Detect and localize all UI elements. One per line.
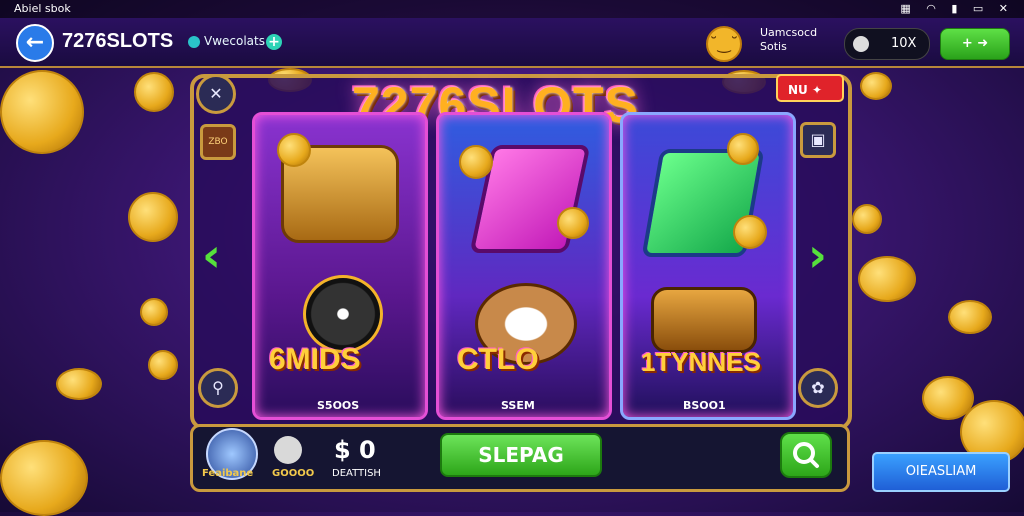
profile-emoji-icon[interactable]: ˘‿˘ (706, 26, 742, 62)
coin-icon (948, 300, 992, 334)
tools-button[interactable]: ✕ (196, 74, 236, 114)
brand-title: 7276SLOTS (62, 30, 174, 52)
coin-icon (727, 133, 759, 165)
multiplier-pill[interactable]: 10X (844, 28, 930, 60)
green-action-label: + (961, 36, 973, 51)
balance-amount: $ 0 (334, 436, 376, 464)
coin-icon (0, 440, 88, 516)
reel-1-title: 6MIDS (269, 343, 361, 376)
coin-icon (148, 350, 178, 380)
bag-icon[interactable] (274, 436, 302, 464)
coin-icon (128, 192, 178, 242)
coin-icon (134, 72, 174, 112)
search-button[interactable] (780, 432, 832, 478)
balance-label: DEATTISH (332, 468, 381, 479)
status-text: Abiel sbok (14, 2, 71, 15)
reel-1[interactable]: 6MIDS S5OOS (252, 112, 428, 420)
user-info: Uamcsocd Sotis (760, 26, 817, 54)
side-badge-label: ZBO (208, 137, 228, 147)
coin-icon (459, 145, 493, 179)
next-arrow-icon[interactable]: › (808, 228, 827, 282)
reel-2[interactable]: CTLO SSEM (436, 112, 612, 420)
settings-icon[interactable]: ✿ (798, 368, 838, 408)
reel-2-title: CTLO (457, 343, 539, 376)
blue-action-button[interactable]: OIEASLIAM (872, 452, 1010, 492)
back-button[interactable]: ← (16, 24, 54, 62)
coin-icon (0, 70, 84, 154)
coin-icon (56, 368, 102, 400)
new-badge-label: NU (788, 83, 808, 97)
barrel-symbol-icon (651, 287, 757, 353)
user-line-2: Sotis (760, 40, 787, 53)
reel-2-sub: SSEM (501, 399, 535, 412)
save-icon[interactable]: ▣ (800, 122, 836, 158)
cat-symbol-icon (303, 275, 383, 353)
green-action-button[interactable]: + ➜ (940, 28, 1010, 60)
bag-label: GOOOO (272, 468, 315, 479)
reel-3-title: 1TYNNES (641, 347, 761, 377)
coin-icon (557, 207, 589, 239)
user-icon[interactable]: ⚲ (198, 368, 238, 408)
status-icons: ▦ ◠ ▮ ▭ ✕ (900, 2, 1014, 15)
venue-info[interactable]: Vwecolats (188, 34, 265, 48)
user-line-1: Uamcsocd (760, 26, 818, 39)
prev-arrow-icon[interactable]: ‹ (202, 228, 221, 282)
coin-icon (860, 72, 892, 100)
new-badge[interactable]: NU ✦ (776, 74, 844, 102)
coin-icon (277, 133, 311, 167)
reel-3[interactable]: 1TYNNES BSOO1 (620, 112, 796, 420)
venue-label: Vwecolats (204, 34, 265, 48)
spin-button[interactable]: SLEPAG (440, 433, 602, 477)
coin-icon (140, 298, 168, 326)
toggle-icon (853, 36, 869, 52)
venue-icon (188, 35, 200, 48)
badge-label: Feaibane (202, 468, 254, 479)
reel-3-sub: BSOO1 (683, 399, 726, 412)
coin-icon (858, 256, 916, 302)
reel-1-sub: S5OOS (317, 399, 360, 412)
multiplier-value: 10X (891, 36, 917, 51)
coin-icon (852, 204, 882, 234)
status-bar: Abiel sbok ▦ ◠ ▮ ▭ ✕ (0, 0, 1024, 18)
side-badge[interactable]: ZBO (200, 124, 236, 160)
coin-icon (733, 215, 767, 249)
search-icon (793, 442, 819, 468)
add-button[interactable]: + (266, 34, 282, 50)
